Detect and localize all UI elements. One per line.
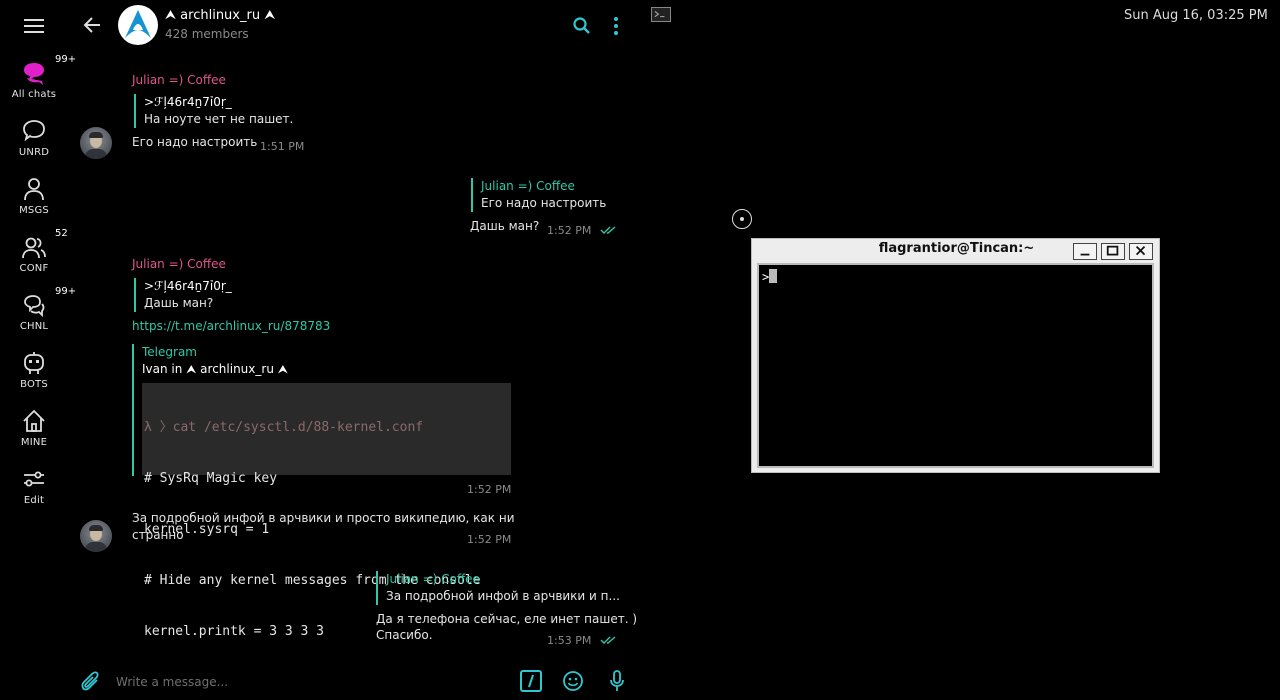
sidebar-item-bots[interactable]: BOTS — [0, 350, 68, 390]
back-arrow-icon[interactable] — [82, 14, 104, 36]
message-sender[interactable]: Julian =) Coffee — [132, 257, 226, 271]
avatar[interactable] — [80, 127, 112, 159]
sidebar-item-msgs[interactable]: MSGS — [0, 176, 68, 216]
close-button[interactable] — [1129, 243, 1153, 260]
code-block: λ 〉cat /etc/sysctl.d/88-kernel.conf # Sy… — [142, 383, 511, 639]
message-time: 1:51 PM — [260, 140, 305, 153]
terminal-prompt: > — [762, 270, 770, 284]
message-time: 1:52 PM — [547, 224, 592, 237]
emoji-icon[interactable] — [562, 670, 584, 692]
message-text: За подробной инфой в арчвики и просто ви… — [132, 511, 515, 525]
sidebar-item-label: CHNL — [19, 321, 49, 332]
hamburger-menu-icon[interactable] — [22, 16, 46, 36]
reply-author: Julian =) Coffee — [481, 179, 575, 193]
group-avatar[interactable] — [118, 5, 158, 45]
terminal-cursor — [769, 269, 778, 283]
badge-conf: 52 — [55, 228, 68, 239]
reply-author: >ℱļ46r4ṉ7ỉ0ṛ_ — [144, 279, 232, 293]
chat-header: ⮝ archlinux_ru ⮝ 428 members — [68, 0, 640, 52]
person-icon — [19, 176, 49, 202]
sidebar-item-conf[interactable]: 52 CONF — [0, 228, 68, 274]
badge-chnl: 99+ — [55, 286, 77, 297]
group-people-icon: 52 — [19, 228, 68, 260]
reply-text: Дашь ман? — [144, 296, 214, 310]
sliders-icon — [19, 466, 49, 492]
home-icon — [19, 408, 49, 434]
message-link[interactable]: https://t.me/archlinux_ru/878783 — [132, 319, 330, 333]
message-text: Дашь ман? — [470, 219, 540, 233]
sidebar-item-label: CONF — [19, 263, 49, 274]
search-icon[interactable] — [572, 16, 592, 36]
double-check-icon — [600, 636, 616, 644]
maximize-button[interactable] — [1101, 243, 1125, 260]
code-line: # SysRq Magic key — [144, 471, 278, 486]
sidebar-item-mine[interactable]: MINE — [0, 408, 68, 448]
reply-text: Его надо настроить — [481, 196, 607, 210]
sidebar-item-label: Edit — [23, 495, 45, 506]
cursor-icon — [732, 209, 752, 229]
sidebar-item-edit[interactable]: Edit — [0, 466, 68, 506]
system-clock: Sun Aug 16, 03:25 PM — [1124, 8, 1268, 23]
sidebar-item-label: All chats — [11, 89, 57, 100]
message-composer — [68, 660, 640, 700]
message-time: 1:52 PM — [467, 483, 512, 496]
message-time: 1:53 PM — [547, 634, 592, 647]
reply-quote[interactable]: >ℱļ46r4ṉ7ỉ0ṛ_ На ноуте чет не пашет. — [134, 94, 293, 128]
sidebar-item-label: BOTS — [20, 379, 48, 390]
reply-author: >ℱļ46r4ṉ7ỉ0ṛ_ — [144, 95, 232, 109]
sidebar-item-label: MINE — [20, 437, 48, 448]
preview-site-name: Telegram — [142, 345, 197, 359]
reply-quote[interactable]: >ℱļ46r4ṉ7ỉ0ṛ_ Дашь ман? — [134, 278, 232, 312]
message-text: Его надо настроить — [132, 135, 258, 149]
sidebar: 99+ All chats UNRD MSGS 52 CONF 99+ CHNL — [0, 0, 76, 700]
bot-command-icon[interactable] — [520, 670, 542, 692]
sidebar-item-unrd[interactable]: UNRD — [0, 118, 68, 158]
reply-text: За подробной инфой в арчвики и п... — [386, 589, 620, 603]
terminal-body[interactable]: > — [757, 263, 1154, 468]
terminal-launcher-icon[interactable] — [651, 7, 671, 22]
chat-bubbles-icon: 99+ — [19, 54, 76, 86]
message-text: Спасибо. — [376, 628, 433, 642]
chat-bubble-icon — [19, 118, 49, 144]
member-count: 428 members — [165, 27, 249, 41]
sidebar-item-chnl[interactable]: 99+ CHNL — [0, 286, 76, 332]
avatar[interactable] — [80, 520, 112, 552]
channel-icon: 99+ — [19, 286, 76, 318]
message-sender[interactable]: Julian =) Coffee — [132, 73, 226, 87]
sidebar-item-all-chats[interactable]: 99+ All chats — [0, 54, 76, 100]
message-time: 1:52 PM — [467, 533, 512, 546]
preview-title: Ivan in ⮝ archlinux_ru ⮝ — [142, 362, 288, 376]
message-text: Да я телефона сейчас, еле инет пашет. ) — [376, 612, 638, 626]
badge-all-chats: 99+ — [55, 54, 77, 65]
reply-quote[interactable]: Julian =) Coffee За подробной инфой в ар… — [376, 571, 620, 605]
code-line: λ 〉cat /etc/sysctl.d/88-kernel.conf — [144, 420, 424, 435]
paperclip-icon[interactable] — [80, 670, 102, 694]
group-title: ⮝ archlinux_ru ⮝ — [165, 8, 276, 23]
reply-author: Julian =) Coffee — [386, 572, 480, 586]
reply-text: На ноуте чет не пашет. — [144, 112, 294, 126]
arch-logo-icon — [125, 10, 151, 38]
robot-icon — [19, 350, 49, 376]
terminal-title: flagrantior@Tincan:~ — [878, 241, 1035, 256]
reply-quote[interactable]: Julian =) Coffee Его надо настроить — [471, 178, 606, 212]
more-vertical-icon[interactable] — [612, 16, 620, 36]
sidebar-item-label: UNRD — [18, 147, 50, 158]
message-text: странно — [132, 528, 184, 542]
terminal-window[interactable]: flagrantior@Tincan:~ > — [751, 238, 1160, 473]
double-check-icon — [600, 226, 616, 234]
minimize-button[interactable] — [1073, 243, 1097, 260]
message-input[interactable] — [116, 672, 496, 692]
sidebar-item-label: MSGS — [19, 205, 49, 216]
microphone-icon[interactable] — [608, 669, 626, 693]
